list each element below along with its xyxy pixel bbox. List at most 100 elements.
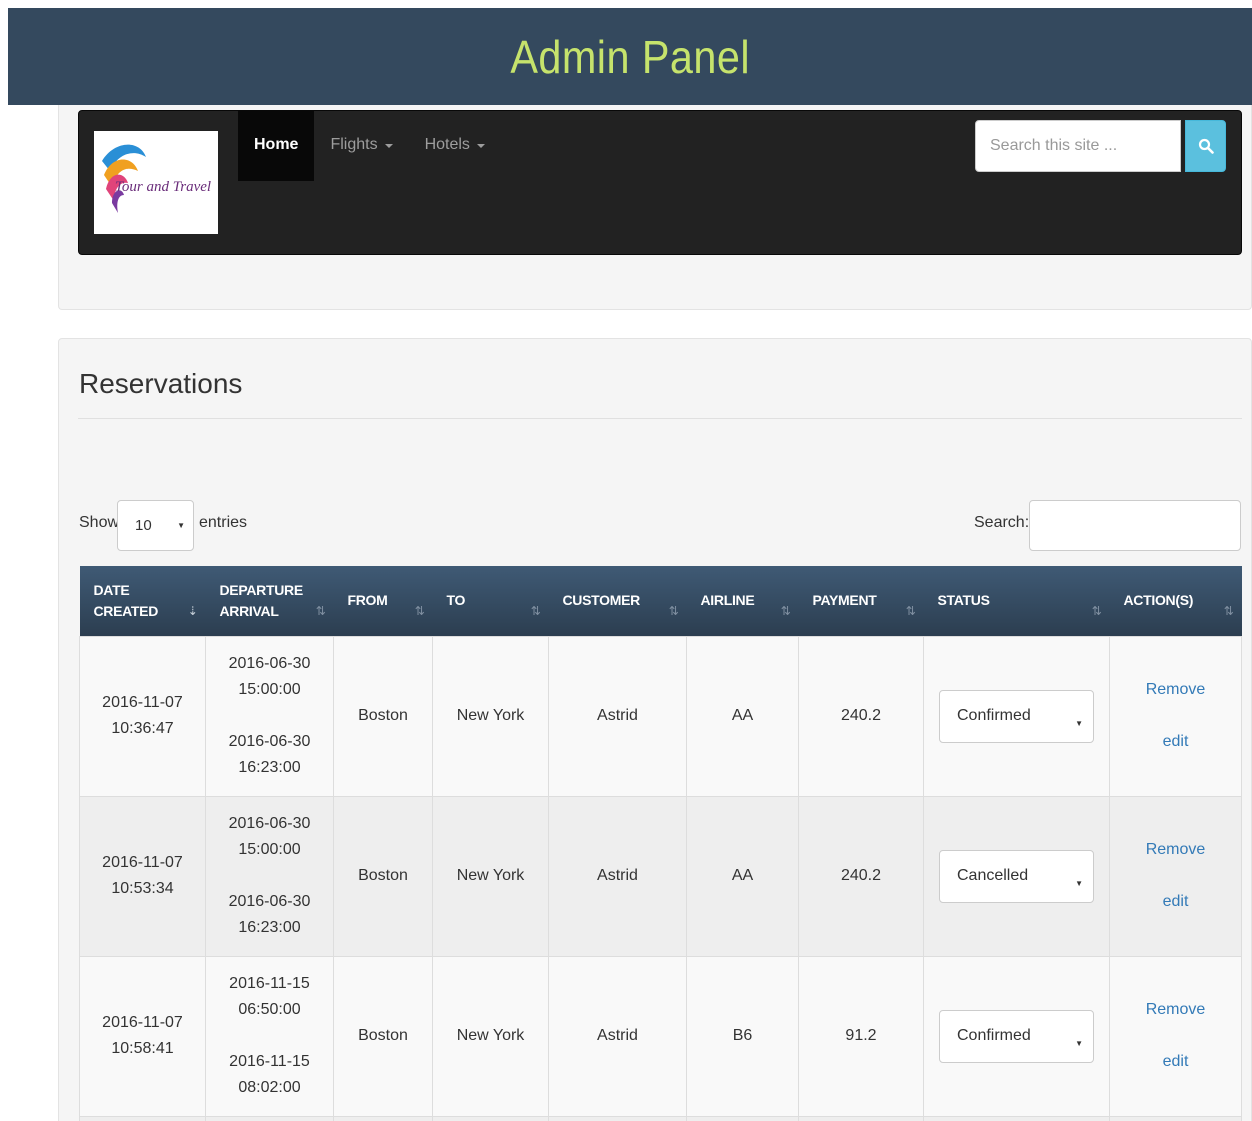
nav-item-hotels[interactable]: Hotels: [409, 111, 501, 181]
cell-departure-arrival: 2016-06-30 15:00:00 2016-06-30 16:23:00: [205, 635, 334, 797]
column-header-label: ACTION(S): [1123, 592, 1194, 609]
caret-down-icon: [384, 144, 393, 148]
cell-customer: Astrid: [548, 635, 687, 797]
column-header-label: FROM: [347, 592, 388, 609]
sort-icon: ⇅: [1223, 603, 1234, 618]
select-arrow-icon: ▼: [177, 521, 185, 530]
column-header-label: DATE: [93, 581, 130, 598]
cell-airline: AA: [686, 635, 799, 797]
edit-link[interactable]: edit: [1110, 729, 1241, 755]
cell-from: Boston: [333, 955, 433, 1117]
reservations-title: Reservations: [79, 368, 243, 399]
brand-logo[interactable]: Tour and Travel: [94, 131, 218, 234]
column-header-label: CUSTOMER: [562, 592, 641, 609]
column-header-label: TO: [446, 592, 466, 609]
cell-from: Boston: [333, 795, 433, 957]
admin-header: Admin Panel: [8, 8, 1252, 105]
sort-icon: ⇅: [315, 603, 326, 618]
cell-from: Boston: [333, 635, 433, 797]
column-header-status[interactable]: STATUS ⇅: [924, 566, 1110, 636]
edit-link[interactable]: edit: [1110, 889, 1241, 915]
cell-date-created: 2016-11-07 10:53:34: [79, 795, 206, 957]
navbar: Tour and Travel Home Flights Hotels: [78, 110, 1242, 255]
column-header-customer[interactable]: CUSTOMER ⇅: [549, 566, 687, 636]
caret-down-icon: [476, 144, 485, 148]
cell-status: Confirmed ▼: [923, 635, 1110, 797]
nav-item-label: Home: [254, 136, 299, 153]
column-header-actions[interactable]: ACTION(S) ⇅: [1110, 566, 1242, 636]
status-select-value: Confirmed: [957, 707, 1031, 724]
cell-payment: 240.2: [798, 635, 924, 797]
remove-link[interactable]: Remove: [1110, 677, 1241, 703]
column-header-airline[interactable]: AIRLINE ⇅: [687, 566, 799, 636]
column-header-from[interactable]: FROM ⇅: [334, 566, 433, 636]
column-header-payment[interactable]: PAYMENT ⇅: [799, 566, 924, 636]
edit-link[interactable]: edit: [1110, 1049, 1241, 1075]
status-select[interactable]: Confirmed ▼: [939, 1009, 1094, 1063]
select-arrow-icon: ▼: [1075, 878, 1083, 888]
table-header-row: DATE CREATED ⇣ DEPARTURE ARRIVAL ⇅ FROM …: [79, 566, 1242, 636]
nav-item-flights[interactable]: Flights: [314, 111, 408, 181]
cell-payment: 240.2: [798, 795, 924, 957]
table-row: 2016-11-07 10:36:47 2016-06-30 15:00:00 …: [79, 635, 1242, 797]
cell-departure-arrival: 2016-06-30 15:00:00 2016-06-30 16:23:00: [205, 795, 334, 957]
sort-desc-icon: ⇣: [187, 603, 198, 618]
status-select-value: Confirmed: [957, 1027, 1031, 1044]
sort-icon: ⇅: [780, 603, 791, 618]
cell-to: New York: [432, 795, 549, 957]
page-title: Admin Panel: [510, 30, 750, 83]
column-header-departure-arrival[interactable]: DEPARTURE ARRIVAL ⇅: [206, 566, 334, 636]
column-header-date-created[interactable]: DATE CREATED ⇣: [80, 566, 206, 636]
cell-airline: B6: [686, 955, 799, 1117]
status-select-value: Cancelled: [957, 867, 1029, 884]
title-divider: [78, 418, 1242, 419]
cell-date-created: 2016-11-07 10:36:47: [79, 635, 206, 797]
cell-customer: Astrid: [548, 795, 687, 957]
table-row: 2016-11-07 10:58:41 2016-11-15 06:50:00 …: [79, 955, 1242, 1117]
cell-status: Cancelled ▼: [923, 795, 1110, 957]
remove-link[interactable]: Remove: [1110, 837, 1241, 863]
site-search-input[interactable]: [975, 120, 1181, 172]
entries-label: entries: [199, 514, 248, 531]
reservations-table: DATE CREATED ⇣ DEPARTURE ARRIVAL ⇅ FROM …: [79, 566, 1242, 1121]
table-row: [79, 1115, 1242, 1121]
nav-item-home[interactable]: Home: [238, 111, 315, 181]
select-arrow-icon: ▼: [1075, 1038, 1083, 1048]
sort-icon: ⇅: [905, 603, 916, 618]
cell-actions: Remove edit: [1109, 955, 1242, 1117]
entries-select-value: 10: [135, 517, 152, 534]
table-search-input[interactable]: [1029, 500, 1241, 551]
sort-icon: ⇅: [530, 603, 541, 618]
show-label: Show: [79, 514, 120, 531]
nav-item-label: Hotels: [424, 136, 470, 153]
column-header-label: AIRLINE: [700, 592, 755, 609]
cell-departure-arrival: 2016-11-15 06:50:00 2016-11-15 08:02:00: [205, 955, 334, 1117]
sort-icon: ⇅: [668, 603, 679, 618]
main-nav: Home Flights Hotels: [238, 111, 501, 181]
brand-logo-text: Tour and Travel: [114, 179, 212, 195]
column-header-label: STATUS: [937, 592, 990, 609]
cell-customer: Astrid: [548, 955, 687, 1117]
status-select[interactable]: Confirmed ▼: [939, 689, 1094, 743]
entries-select[interactable]: 10 ▼: [117, 500, 194, 551]
cell-to: New York: [432, 955, 549, 1117]
cell-airline: AA: [686, 795, 799, 957]
cell-status: Confirmed ▼: [923, 955, 1110, 1117]
cell-actions: Remove edit: [1109, 795, 1242, 957]
column-header-to[interactable]: TO ⇅: [433, 566, 549, 636]
site-search-button[interactable]: [1185, 120, 1226, 172]
column-header-label: CREATED: [93, 602, 159, 619]
table-row: 2016-11-07 10:53:34 2016-06-30 15:00:00 …: [79, 795, 1242, 957]
status-select[interactable]: Cancelled ▼: [939, 849, 1094, 903]
column-header-label: DEPARTURE: [219, 581, 304, 598]
cell-date-created: 2016-11-07 10:58:41: [79, 955, 206, 1117]
column-header-label: PAYMENT: [812, 592, 877, 609]
cell-to: New York: [432, 635, 549, 797]
remove-link[interactable]: Remove: [1110, 997, 1241, 1023]
search-icon: [1198, 138, 1214, 154]
cell-payment: 91.2: [798, 955, 924, 1117]
cell-actions: Remove edit: [1109, 635, 1242, 797]
column-header-label: ARRIVAL: [219, 602, 279, 619]
sort-icon: ⇅: [1091, 603, 1102, 618]
sort-icon: ⇅: [414, 603, 425, 618]
